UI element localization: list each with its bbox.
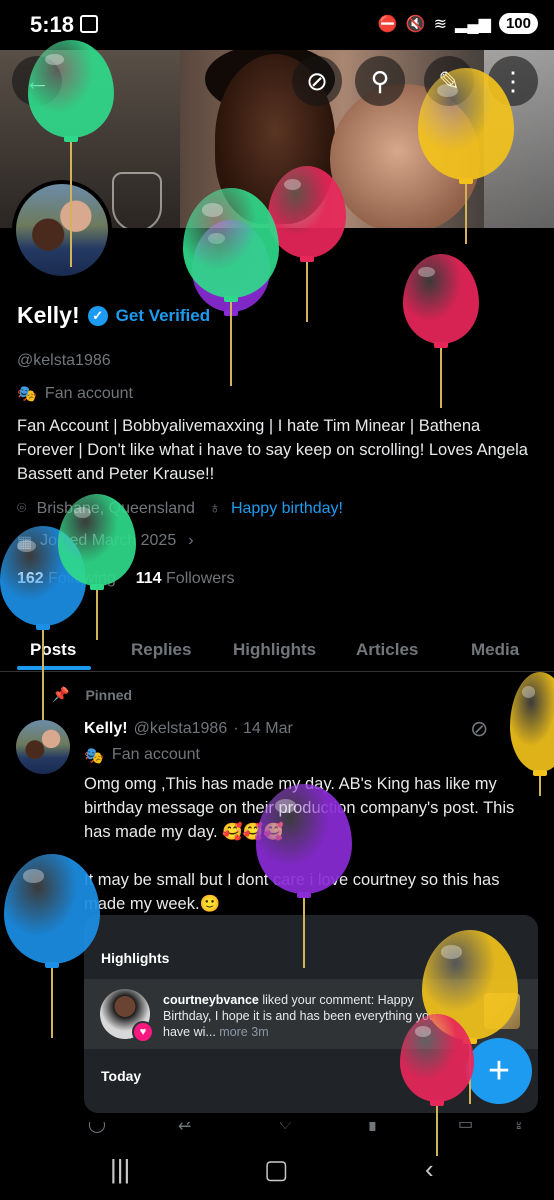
status-bar: 5:18 ⛔ 🔇 ≋ ▂▄▆ 100: [0, 0, 554, 50]
fan-mask-icon: 🎭: [17, 386, 37, 403]
pinned-indicator: 📌 Pinned: [52, 686, 132, 703]
notif-more: more: [219, 1025, 248, 1039]
profile-joined-row[interactable]: ▦ Joined March 2025 ›: [17, 532, 194, 552]
profile-avatar[interactable]: [12, 180, 112, 280]
heart-icon: ♥: [132, 1021, 154, 1043]
profile-tabs: Posts Replies Highlights Articles Media: [0, 620, 554, 672]
edit-button[interactable]: ✎: [424, 56, 474, 106]
followers-label: Followers: [166, 570, 235, 587]
search-button[interactable]: ⚲: [355, 56, 405, 106]
post-handle: @kelsta1986: [133, 720, 228, 737]
profile-label: 🎭 Fan account: [17, 384, 133, 404]
following-link[interactable]: 162 Following: [17, 570, 116, 588]
pin-icon: 📌: [52, 686, 70, 702]
notif-thumbnail: [484, 993, 520, 1029]
search-icon: ⚲: [370, 65, 390, 96]
fan-mask-icon: 🎭: [84, 748, 104, 765]
verified-badge-icon: ✓: [87, 305, 108, 326]
like-icon[interactable]: ♡: [278, 1122, 292, 1134]
tab-replies[interactable]: Replies: [131, 630, 191, 670]
card-notification: ♥ courtneybvance liked your comment: Hap…: [84, 979, 538, 1049]
post-header: Kelly! @kelsta1986 · 14 Mar: [84, 720, 293, 738]
tab-posts[interactable]: Posts: [30, 630, 76, 670]
follow-stats: 162 Following 114 Followers: [17, 570, 234, 588]
signal-icon: ▂▄▆: [455, 15, 491, 33]
status-icons: ⛔ 🔇 ≋ ▂▄▆ 100: [378, 13, 538, 34]
notif-text: courtneybvance liked your comment: Happy…: [163, 992, 463, 1040]
dnd-icon: ⛔: [377, 15, 398, 33]
post-date: · 14 Mar: [233, 720, 293, 737]
balloon-decoration: [403, 254, 479, 412]
followers-count: 114: [135, 570, 162, 587]
wifi-icon: ≋: [433, 15, 448, 33]
tab-articles[interactable]: Articles: [356, 630, 418, 670]
bookmark-icon[interactable]: ▭: [458, 1122, 473, 1134]
get-verified-link[interactable]: Get Verified: [116, 306, 210, 326]
more-button[interactable]: ⋮: [488, 56, 538, 106]
pen-icon: ✎: [438, 65, 460, 96]
pinned-label: Pinned: [85, 686, 133, 703]
share-icon[interactable]: ⇪: [512, 1122, 525, 1134]
grok-icon: ⊘: [306, 65, 328, 96]
profile-name: Kelly!: [17, 302, 80, 328]
calendar-icon: ▦: [17, 534, 33, 551]
notif-user: courtneybvance: [163, 993, 259, 1007]
back-arrow-icon: ←: [24, 65, 50, 96]
profile-handle: @kelsta1986: [17, 352, 111, 369]
system-nav-bar: ||| ▢ ‹: [0, 1136, 554, 1200]
location-icon: ⌾: [17, 500, 27, 517]
mute-icon: 🔇: [405, 15, 426, 33]
more-vertical-icon: ⋮: [500, 65, 526, 96]
compose-fab[interactable]: +: [466, 1038, 532, 1104]
post-label: 🎭 Fan account: [84, 746, 200, 766]
profile-location: Brisbane, Queensland: [36, 500, 195, 517]
link-icon: ♁: [208, 500, 221, 517]
following-count: 162: [17, 570, 44, 587]
profile-website[interactable]: Happy birthday!: [231, 500, 343, 518]
tab-highlights[interactable]: Highlights: [233, 630, 316, 670]
following-label: Following: [48, 570, 116, 587]
post-avatar[interactable]: [16, 720, 70, 774]
post-grok-icon[interactable]: ⊘: [470, 716, 488, 742]
back-button[interactable]: ←: [12, 56, 62, 106]
post-actions: ◯ ⇄ ♡ ▮ ▭ ⇪: [0, 1122, 554, 1136]
active-tab-indicator: [17, 666, 91, 670]
grok-button[interactable]: ⊘: [292, 56, 342, 106]
tab-media[interactable]: Media: [471, 630, 519, 670]
home-icon[interactable]: ▢: [264, 1154, 289, 1185]
chevron-right-icon: ›: [188, 532, 194, 549]
profile-bio: Fan Account | Bobbyalivemaxxing | I hate…: [17, 417, 528, 483]
views-icon[interactable]: ▮: [368, 1122, 377, 1134]
profile-joined: Joined March 2025: [40, 532, 177, 549]
post-label-text: Fan account: [111, 746, 200, 763]
profile-label-text: Fan account: [44, 385, 133, 402]
repost-icon[interactable]: ⇄: [178, 1122, 191, 1134]
profile-name-row: Kelly! ✓ Get Verified: [17, 302, 210, 329]
status-time: 5:18: [30, 12, 75, 37]
back-nav-icon[interactable]: ‹: [425, 1154, 434, 1185]
recents-icon[interactable]: |||: [110, 1154, 130, 1185]
reply-icon[interactable]: ◯: [88, 1122, 106, 1134]
post-author[interactable]: Kelly!: [84, 720, 128, 738]
card-section-title: Highlights: [101, 950, 170, 966]
profile-meta: ⌾ Brisbane, Queensland ♁ Happy birthday!: [17, 500, 343, 518]
card-today-label: Today: [101, 1068, 142, 1084]
followers-link[interactable]: 114 Followers: [136, 570, 235, 588]
notif-time: 3m: [251, 1025, 269, 1039]
battery-indicator: 100: [498, 13, 538, 34]
screenshot-icon: [80, 15, 98, 33]
post-text: Omg omg ,This has made my day. AB's King…: [84, 775, 515, 913]
